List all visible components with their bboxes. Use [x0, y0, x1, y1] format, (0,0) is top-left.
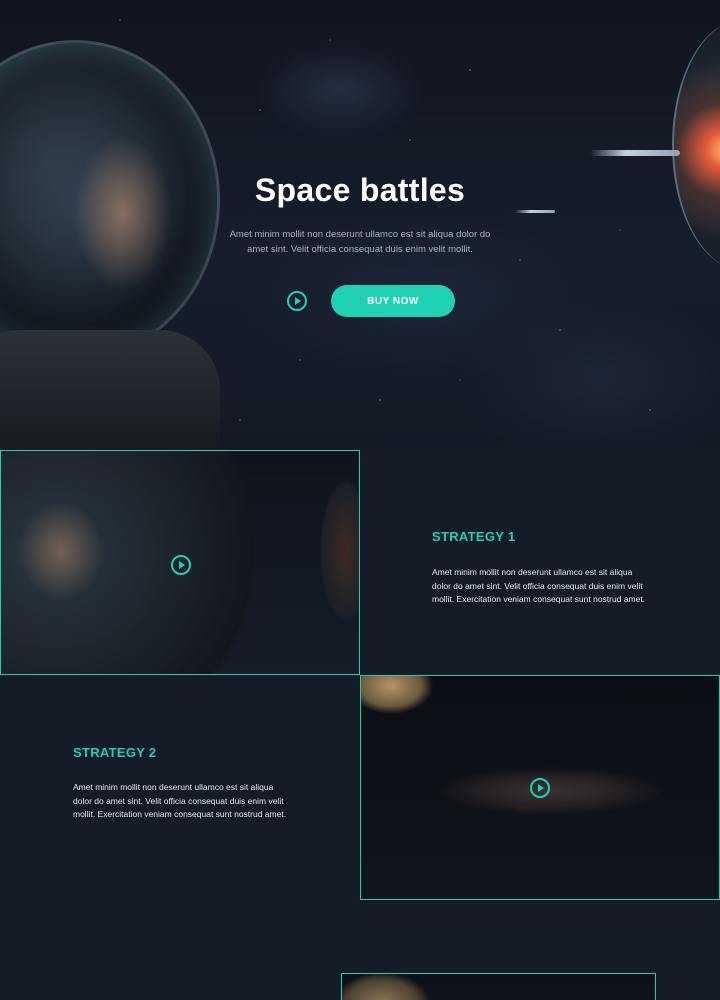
hero-section: Space battles Amet minim mollit non dese… — [0, 0, 720, 450]
strategy-1-description: Amet minim mollit non deserunt ullamco e… — [432, 567, 646, 604]
spaceship-image — [590, 150, 680, 156]
play-triangle-icon — [538, 784, 544, 792]
astronaut-suit-image — [0, 330, 220, 450]
strategy-1-title: STRATEGY 1 — [432, 529, 516, 544]
spaceship-image — [515, 210, 555, 213]
play-circle-icon[interactable] — [171, 555, 191, 575]
strategy-3-video-thumbnail[interactable] — [341, 973, 656, 1000]
strategy-1-video-thumbnail[interactable] — [0, 450, 360, 675]
hero-description: Amet minim mollit non deserunt ullamco e… — [229, 229, 491, 255]
play-circle-icon[interactable] — [530, 778, 550, 798]
play-triangle-icon — [179, 561, 185, 569]
strategy-2-title: STRATEGY 2 — [73, 745, 157, 760]
hero-title: Space battles — [254, 172, 466, 208]
buy-now-button[interactable]: BUY NOW — [331, 285, 455, 317]
strategy-2-video-thumbnail[interactable] — [360, 675, 720, 900]
play-circle-icon[interactable] — [287, 291, 307, 311]
strategy-2-description: Amet minim mollit non deserunt ullamco e… — [73, 782, 287, 819]
play-triangle-icon — [295, 297, 301, 305]
